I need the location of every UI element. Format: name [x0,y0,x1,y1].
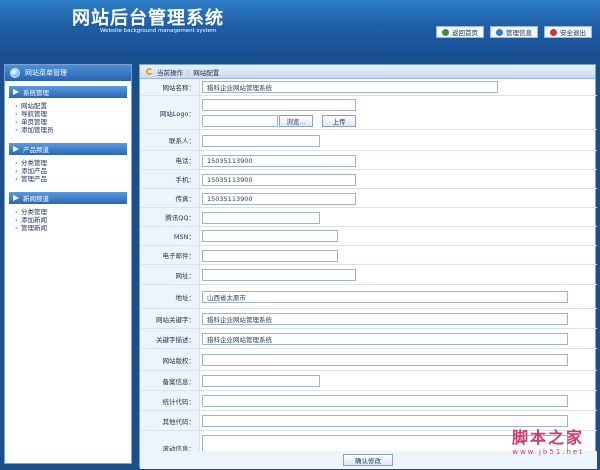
label-address: 地址： [140,285,200,308]
row-mobile: 手机： [140,170,597,189]
label-logo: 网站Logo： [140,96,200,129]
label-mobile: 手机： [140,170,200,188]
logout-button[interactable]: 安全退出 [544,26,592,38]
icp-input[interactable] [202,375,320,387]
website-input[interactable] [202,269,356,281]
sidebar-item-page-manage[interactable]: 单页管理 [15,118,127,126]
menu-title: 网站菜单管理 [25,69,67,77]
label-contact: 联系人： [140,130,200,150]
breadcrumb-page: 网站配置 [193,68,220,77]
label-stats-code: 统计代码： [140,391,200,410]
row-website: 网址： [140,265,597,285]
row-fax: 传真： [140,189,597,208]
logout-label: 安全退出 [560,29,586,37]
breadcrumb: 当前操作 : 网站配置 [140,65,595,79]
label-website: 网址： [140,265,200,284]
row-qq: 腾讯QQ： [140,208,597,227]
label-msn: MSN： [140,227,200,245]
contact-input[interactable] [202,135,320,147]
keywords-input[interactable] [202,313,568,325]
refresh-icon [146,68,153,75]
label-other-code: 其他代码： [140,411,200,430]
label-qq: 腾讯QQ： [140,208,200,226]
row-msn: MSN： [140,227,597,246]
config-panel: 当前操作 : 网站配置 网站名称： 网站Logo： 浏览... 上传 联系人： [139,64,597,469]
site-subtitle: Website background management system [100,28,217,34]
logo-file-input[interactable] [202,115,278,127]
sidebar-item-product-category[interactable]: 分类管理 [15,159,127,167]
row-address: 地址： [140,285,597,309]
logo-path-input[interactable] [202,99,356,111]
row-stats-code: 统计代码： [140,391,597,411]
row-keywords: 网站关键字： [140,309,597,329]
row-phone: 电话： [140,151,597,170]
label-icp: 备案信息： [140,371,200,390]
email-input[interactable] [202,250,338,262]
phone-input[interactable] [202,155,356,167]
home-button[interactable]: 返回首页 [436,26,484,38]
fax-input[interactable] [202,193,356,205]
sidebar: 网站菜单管理 系统管理 网站配置 导航管理 单页管理 添加管理员 产品频道 分类… [0,58,135,470]
mobile-input[interactable] [202,174,356,186]
arrow-right-icon [13,146,19,152]
info-icon [496,28,503,36]
row-logo: 网站Logo： 浏览... 上传 [140,96,597,130]
menu-group-product: 产品频道 分类管理 添加产品 管理产品 [9,143,127,187]
label-copyright: 网站版权： [140,349,200,370]
admin-info-label: 管理信息 [506,29,532,37]
row-contact: 联系人： [140,130,597,151]
sidebar-item-add-product[interactable]: 添加产品 [15,167,127,175]
label-phone: 电话： [140,151,200,169]
group-header-news[interactable]: 新闻频道 [9,192,127,204]
upload-button[interactable]: 上传 [322,115,356,127]
group-header-system[interactable]: 系统管理 [9,86,127,98]
admin-info-button[interactable]: 管理信息 [490,26,538,38]
breadcrumb-label: 当前操作 [157,68,183,77]
row-description: 关键字描述： [140,329,597,349]
row-copyright: 网站版权： [140,349,597,371]
address-input[interactable] [202,291,568,303]
sidebar-item-add-news[interactable]: 添加新闻 [15,216,127,224]
menu-frame: 网站菜单管理 系统管理 网站配置 导航管理 单页管理 添加管理员 产品频道 分类… [4,64,132,464]
header: 网站后台管理系统 Website background management s… [0,0,600,58]
globe-icon [10,68,20,78]
label-fax: 传真： [140,189,200,207]
sidebar-item-manage-news[interactable]: 管理新闻 [15,224,127,232]
site-name-input[interactable] [202,81,498,93]
arrow-right-icon [13,195,19,201]
top-nav: 返回首页 管理信息 安全退出 [436,26,592,38]
row-email: 电子邮件： [140,246,597,265]
row-site-name: 网站名称： [140,79,597,96]
sidebar-item-manage-product[interactable]: 管理产品 [15,175,127,183]
menu-group-system: 系统管理 网站配置 导航管理 单页管理 添加管理员 [9,86,127,138]
row-icp: 备案信息： [140,371,597,391]
home-icon [442,28,449,36]
stats-code-input[interactable] [202,395,568,407]
sidebar-item-site-config[interactable]: 网站配置 [15,102,127,110]
sidebar-item-news-category[interactable]: 分类管理 [15,208,127,216]
exit-icon [550,28,557,36]
menu-group-news: 新闻频道 分类管理 添加新闻 管理新闻 [9,192,127,236]
label-site-name: 网站名称： [140,79,200,95]
confirm-modify-button[interactable]: 确认修改 [343,454,393,466]
group-header-product[interactable]: 产品频道 [9,143,127,155]
sidebar-item-nav-manage[interactable]: 导航管理 [15,110,127,118]
home-label: 返回首页 [452,29,478,37]
main-content: 当前操作 : 网站配置 网站名称： 网站Logo： 浏览... 上传 联系人： [135,58,600,470]
msn-input[interactable] [202,230,338,242]
label-description: 关键字描述： [140,329,200,348]
browse-button[interactable]: 浏览... [279,115,313,127]
description-input[interactable] [202,333,568,345]
menu-header: 网站菜单管理 [5,65,131,81]
watermark-cn: 脚本之家 [511,428,584,447]
copyright-input[interactable] [202,354,568,366]
label-email: 电子邮件： [140,246,200,264]
watermark: 脚本之家 www.jb51.net [512,424,584,456]
sidebar-item-add-admin[interactable]: 添加管理员 [15,126,127,134]
arrow-right-icon [13,89,19,95]
site-title: 网站后台管理系统 [72,8,224,29]
label-keywords: 网站关键字： [140,309,200,328]
watermark-url: www.jb51.net [512,448,584,456]
qq-input[interactable] [202,212,320,224]
